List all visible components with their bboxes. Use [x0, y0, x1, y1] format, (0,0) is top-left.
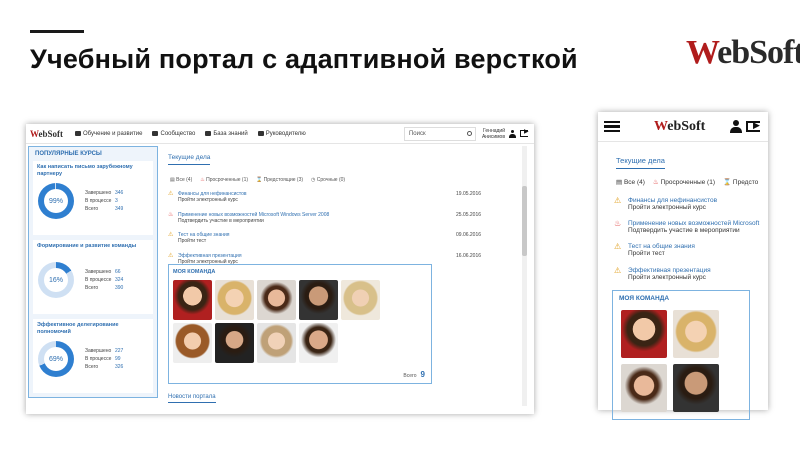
logout-icon[interactable] [520, 128, 529, 137]
desktop-header: WebSoft Обучение и развитие Сообщество Б… [26, 124, 534, 144]
current-tasks-panel: Текущие дела ▤ Все (4) ♨ Просроченные (1… [168, 146, 520, 273]
team-member-avatar[interactable] [673, 310, 719, 358]
popular-courses-title: ПОПУЛЯРНЫЕ КУРСЫ [35, 151, 102, 157]
tab-portal-news[interactable]: Новости портала [168, 394, 216, 403]
nav-community[interactable]: Сообщество [152, 131, 195, 137]
scrollbar[interactable] [522, 146, 527, 406]
progress-donut: 69% [38, 341, 74, 377]
course-stats: Завершено 227 В процессе 99 Всего 326 [85, 348, 124, 370]
filter-all[interactable]: ▤ Все (4) [616, 178, 645, 186]
course-card[interactable]: Эффективное делегирование полномочий 69%… [33, 319, 153, 393]
warning-icon: ⚠ [168, 232, 174, 238]
course-card[interactable]: Формирование и развитие команды 16% Заве… [33, 240, 153, 314]
progress-donut: 99% [38, 183, 74, 219]
team-member-avatar[interactable] [215, 323, 254, 363]
mobile-task-filters: ▤ Все (4) ♨ Просроченные (1) ⌛ Предсто [616, 178, 758, 186]
mobile-task-row[interactable]: ⚠ Эффективная презентация Пройти электронн… [614, 266, 711, 282]
user-icon[interactable] [730, 120, 742, 133]
graduation-cap-icon [75, 131, 82, 136]
filter-upcoming[interactable]: ⌛ Предстоящие (3) [256, 177, 303, 183]
warning-icon: ⚠ [614, 242, 622, 251]
team-member-avatar[interactable] [621, 364, 667, 412]
mobile-task-row[interactable]: ♨ Применение новых возможностей Microsoft… [614, 219, 759, 235]
warning-icon: ⚠ [614, 196, 622, 205]
filter-upcoming[interactable]: ⌛ Предсто [723, 178, 758, 186]
nav-knowledge-base[interactable]: База знаний [205, 131, 248, 137]
popular-courses-panel: ПОПУЛЯРНЫЕ КУРСЫ Как написать письмо зар… [28, 146, 158, 398]
mobile-logo[interactable]: WebSoft [654, 119, 705, 135]
mobile-task-row[interactable]: ⚠ Тест на общие знания Пройти тест [614, 242, 695, 258]
course-title[interactable]: Эффективное делегирование полномочий [37, 322, 147, 335]
my-team-panel: МОЯ КОМАНДА Всего 9 [168, 264, 432, 384]
filter-urgent[interactable]: ◷ Срочные (0) [311, 177, 345, 183]
logout-icon[interactable] [746, 120, 760, 132]
mobile-tab-current-tasks[interactable]: Текущие дела [616, 156, 665, 169]
book-icon [205, 131, 212, 136]
task-row[interactable]: ⚠ Финансы для нефинансистов Пройти электро… [168, 191, 520, 212]
team-member-avatar[interactable] [299, 280, 338, 320]
team-total: Всего 9 [403, 370, 425, 379]
my-team-title: МОЯ КОМАНДА [173, 269, 216, 275]
team-member-avatar[interactable] [257, 323, 296, 363]
task-row[interactable]: ♨ Применение новых возможностей Microsoft… [168, 212, 520, 233]
progress-donut: 16% [38, 262, 74, 298]
people-icon [152, 131, 159, 136]
course-stats: Завершено 346 В процессе 3 Всего 349 [85, 190, 124, 212]
warning-icon: ⚠ [614, 266, 622, 275]
course-stats: Завершено 66 В процессе 324 Всего 390 [85, 269, 124, 291]
my-team-title: МОЯ КОМАНДА [619, 295, 670, 302]
course-card[interactable]: Как написать письмо зарубежному партнеру… [33, 161, 153, 235]
team-member-avatar[interactable] [173, 323, 212, 363]
tab-current-tasks[interactable]: Текущие дела [168, 154, 211, 165]
user-icon[interactable] [509, 129, 516, 138]
search-input[interactable]: Поиск [403, 126, 476, 141]
task-filters: ▤ Все (4) ♨ Просроченные (1) ⌛ Предстоящ… [170, 177, 520, 183]
title-accent-bar [30, 30, 84, 33]
filter-overdue[interactable]: ♨ Просроченные (1) [653, 178, 715, 186]
mobile-my-team-panel: МОЯ КОМАНДА [612, 290, 750, 420]
fire-icon: ♨ [614, 219, 622, 228]
course-title[interactable]: Как написать письмо зарубежному партнеру [37, 164, 147, 177]
team-member-avatar[interactable] [341, 280, 380, 320]
nav-learning[interactable]: Обучение и развитие [75, 131, 142, 137]
filter-all[interactable]: ▤ Все (4) [170, 177, 192, 183]
team-member-avatar[interactable] [621, 310, 667, 358]
team-member-avatar[interactable] [173, 280, 212, 320]
filter-overdue[interactable]: ♨ Просроченные (1) [200, 177, 248, 183]
warning-icon: ⚠ [168, 252, 174, 259]
desktop-logo[interactable]: WebSoft [30, 129, 63, 139]
warning-icon: ⚠ [168, 191, 174, 197]
team-member-avatar[interactable] [257, 280, 296, 320]
hamburger-menu-icon[interactable] [604, 119, 620, 135]
search-icon[interactable] [466, 130, 472, 136]
scrollbar-thumb[interactable] [522, 186, 527, 256]
course-title[interactable]: Формирование и развитие команды [37, 243, 147, 250]
task-row[interactable]: ⚠ Тест на общие знания Пройти тест 09.06.20… [168, 232, 520, 253]
fire-icon: ♨ [168, 211, 174, 218]
user-name[interactable]: Геннадий Анисимов [482, 128, 505, 140]
user-tie-icon [257, 131, 264, 136]
mobile-task-row[interactable]: ⚠ Финансы для нефинансистов Пройти электро… [614, 196, 717, 212]
slide-title: Учебный портал с адаптивной версткой [30, 44, 578, 74]
team-member-avatar[interactable] [215, 280, 254, 320]
team-member-avatar[interactable] [299, 323, 338, 363]
nav-manager[interactable]: Руководителю [257, 131, 306, 137]
team-member-avatar[interactable] [673, 364, 719, 412]
websoft-logo: WebSoft [686, 34, 800, 71]
mobile-header: WebSoft [598, 112, 768, 142]
